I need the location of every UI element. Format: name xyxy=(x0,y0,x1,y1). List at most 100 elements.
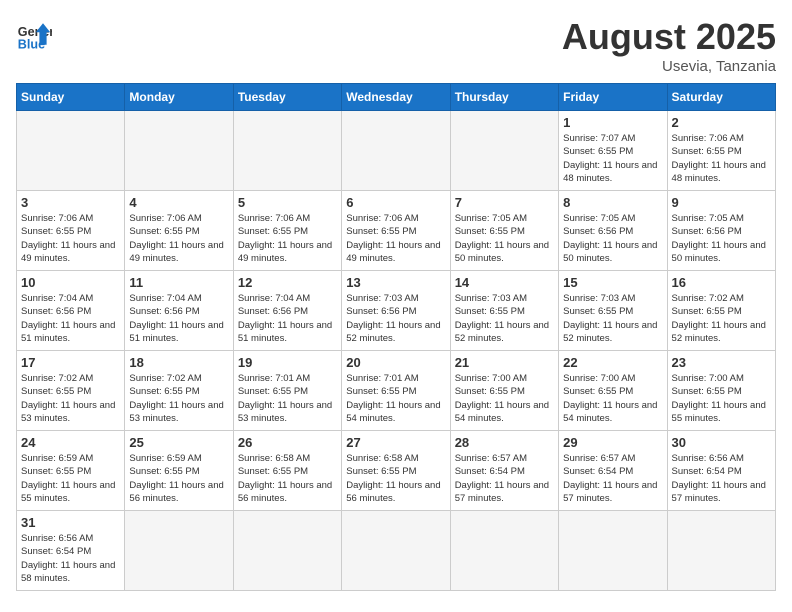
day-number: 5 xyxy=(238,195,337,210)
calendar-day-cell: 8Sunrise: 7:05 AMSunset: 6:56 PMDaylight… xyxy=(559,191,667,271)
day-info: Sunrise: 7:01 AMSunset: 6:55 PMDaylight:… xyxy=(346,372,445,425)
calendar-day-cell: 16 Sunrise: 7:02 AMSunset: 6:55 PMDayligh… xyxy=(667,271,775,351)
calendar-day-cell xyxy=(125,511,233,591)
day-number: 4 xyxy=(129,195,228,210)
day-of-week-header: Tuesday xyxy=(233,84,341,111)
calendar-day-cell: 23 Sunrise: 7:00 AMSunset: 6:55 PMDayligh… xyxy=(667,351,775,431)
day-number: 29 xyxy=(563,435,662,450)
day-of-week-header: Sunday xyxy=(17,84,125,111)
calendar-week-row: 10 Sunrise: 7:04 AMSunset: 6:56 PMDayligh… xyxy=(17,271,776,351)
calendar-day-cell: 26 Sunrise: 6:58 AMSunset: 6:55 PMDayligh… xyxy=(233,431,341,511)
calendar-day-cell: 11 Sunrise: 7:04 AMSunset: 6:56 PMDayligh… xyxy=(125,271,233,351)
day-number: 9 xyxy=(672,195,771,210)
calendar-day-cell xyxy=(342,511,450,591)
day-info: Sunrise: 7:04 AMSunset: 6:56 PMDaylight:… xyxy=(21,292,120,345)
day-info: Sunrise: 6:57 AMSunset: 6:54 PMDaylight:… xyxy=(563,452,662,505)
calendar-week-row: 1Sunrise: 7:07 AMSunset: 6:55 PMDaylight… xyxy=(17,111,776,191)
day-info: Sunrise: 7:05 AMSunset: 6:56 PMDaylight:… xyxy=(672,212,771,265)
day-info: Sunrise: 7:02 AMSunset: 6:55 PMDaylight:… xyxy=(672,292,771,345)
day-number: 10 xyxy=(21,275,120,290)
calendar-day-cell: 12Sunrise: 7:04 AMSunset: 6:56 PMDayligh… xyxy=(233,271,341,351)
day-info: Sunrise: 6:58 AMSunset: 6:55 PMDaylight:… xyxy=(346,452,445,505)
calendar-day-cell: 10 Sunrise: 7:04 AMSunset: 6:56 PMDayligh… xyxy=(17,271,125,351)
calendar-day-cell: 3Sunrise: 7:06 AMSunset: 6:55 PMDaylight… xyxy=(17,191,125,271)
calendar-day-cell: 6Sunrise: 7:06 AMSunset: 6:55 PMDaylight… xyxy=(342,191,450,271)
calendar-day-cell: 19Sunrise: 7:01 AMSunset: 6:55 PMDayligh… xyxy=(233,351,341,431)
calendar-day-cell: 31 Sunrise: 6:56 AMSunset: 6:54 PMDayligh… xyxy=(17,511,125,591)
day-of-week-header: Saturday xyxy=(667,84,775,111)
calendar-week-row: 17Sunrise: 7:02 AMSunset: 6:55 PMDayligh… xyxy=(17,351,776,431)
calendar-day-cell: 25 Sunrise: 6:59 AMSunset: 6:55 PMDayligh… xyxy=(125,431,233,511)
calendar-day-cell: 9 Sunrise: 7:05 AMSunset: 6:56 PMDaylight… xyxy=(667,191,775,271)
calendar-day-cell xyxy=(559,511,667,591)
calendar-day-cell: 30 Sunrise: 6:56 AMSunset: 6:54 PMDayligh… xyxy=(667,431,775,511)
day-number: 12 xyxy=(238,275,337,290)
day-info: Sunrise: 7:06 AMSunset: 6:55 PMDaylight:… xyxy=(238,212,337,265)
day-info: Sunrise: 6:57 AMSunset: 6:54 PMDaylight:… xyxy=(455,452,554,505)
day-number: 28 xyxy=(455,435,554,450)
day-info: Sunrise: 7:07 AMSunset: 6:55 PMDaylight:… xyxy=(563,132,662,185)
month-title: August 2025 xyxy=(562,16,776,58)
day-number: 23 xyxy=(672,355,771,370)
day-number: 30 xyxy=(672,435,771,450)
day-number: 11 xyxy=(129,275,228,290)
calendar-day-cell xyxy=(450,111,558,191)
day-number: 8 xyxy=(563,195,662,210)
day-info: Sunrise: 7:06 AMSunset: 6:55 PMDaylight:… xyxy=(672,132,771,185)
day-info: Sunrise: 6:59 AMSunset: 6:55 PMDaylight:… xyxy=(129,452,228,505)
location: Usevia, Tanzania xyxy=(562,58,776,75)
page-header: General Blue August 2025 Usevia, Tanzani… xyxy=(16,16,776,75)
day-info: Sunrise: 7:05 AMSunset: 6:55 PMDaylight:… xyxy=(455,212,554,265)
day-number: 7 xyxy=(455,195,554,210)
calendar-week-row: 3Sunrise: 7:06 AMSunset: 6:55 PMDaylight… xyxy=(17,191,776,271)
day-number: 26 xyxy=(238,435,337,450)
day-number: 22 xyxy=(563,355,662,370)
calendar-day-cell: 24Sunrise: 6:59 AMSunset: 6:55 PMDayligh… xyxy=(17,431,125,511)
calendar-table: SundayMondayTuesdayWednesdayThursdayFrid… xyxy=(16,83,776,591)
calendar-week-row: 24Sunrise: 6:59 AMSunset: 6:55 PMDayligh… xyxy=(17,431,776,511)
calendar-week-row: 31 Sunrise: 6:56 AMSunset: 6:54 PMDayligh… xyxy=(17,511,776,591)
day-info: Sunrise: 7:00 AMSunset: 6:55 PMDaylight:… xyxy=(672,372,771,425)
day-number: 13 xyxy=(346,275,445,290)
calendar-day-cell: 14Sunrise: 7:03 AMSunset: 6:55 PMDayligh… xyxy=(450,271,558,351)
day-number: 15 xyxy=(563,275,662,290)
calendar-day-cell: 29 Sunrise: 6:57 AMSunset: 6:54 PMDayligh… xyxy=(559,431,667,511)
day-number: 6 xyxy=(346,195,445,210)
day-number: 20 xyxy=(346,355,445,370)
day-of-week-header: Friday xyxy=(559,84,667,111)
calendar-day-cell: 13Sunrise: 7:03 AMSunset: 6:56 PMDayligh… xyxy=(342,271,450,351)
calendar-day-cell: 18Sunrise: 7:02 AMSunset: 6:55 PMDayligh… xyxy=(125,351,233,431)
calendar-day-cell: 22 Sunrise: 7:00 AMSunset: 6:55 PMDayligh… xyxy=(559,351,667,431)
day-info: Sunrise: 6:56 AMSunset: 6:54 PMDaylight:… xyxy=(672,452,771,505)
calendar-day-cell: 28 Sunrise: 6:57 AMSunset: 6:54 PMDayligh… xyxy=(450,431,558,511)
calendar-day-cell: 15 Sunrise: 7:03 AMSunset: 6:55 PMDayligh… xyxy=(559,271,667,351)
calendar-header-row: SundayMondayTuesdayWednesdayThursdayFrid… xyxy=(17,84,776,111)
day-info: Sunrise: 7:03 AMSunset: 6:55 PMDaylight:… xyxy=(563,292,662,345)
day-info: Sunrise: 7:02 AMSunset: 6:55 PMDaylight:… xyxy=(21,372,120,425)
day-info: Sunrise: 6:56 AMSunset: 6:54 PMDaylight:… xyxy=(21,532,120,585)
calendar-day-cell: 2Sunrise: 7:06 AMSunset: 6:55 PMDaylight… xyxy=(667,111,775,191)
day-info: Sunrise: 7:04 AMSunset: 6:56 PMDaylight:… xyxy=(129,292,228,345)
day-number: 16 xyxy=(672,275,771,290)
day-info: Sunrise: 6:59 AMSunset: 6:55 PMDaylight:… xyxy=(21,452,120,505)
calendar-day-cell xyxy=(342,111,450,191)
day-info: Sunrise: 6:58 AMSunset: 6:55 PMDaylight:… xyxy=(238,452,337,505)
day-info: Sunrise: 7:02 AMSunset: 6:55 PMDaylight:… xyxy=(129,372,228,425)
calendar-day-cell xyxy=(233,111,341,191)
logo-icon: General Blue xyxy=(16,16,52,52)
calendar-day-cell xyxy=(667,511,775,591)
day-of-week-header: Thursday xyxy=(450,84,558,111)
day-info: Sunrise: 7:00 AMSunset: 6:55 PMDaylight:… xyxy=(455,372,554,425)
calendar-day-cell: 20 Sunrise: 7:01 AMSunset: 6:55 PMDayligh… xyxy=(342,351,450,431)
logo: General Blue xyxy=(16,16,52,52)
calendar-day-cell: 1Sunrise: 7:07 AMSunset: 6:55 PMDaylight… xyxy=(559,111,667,191)
calendar-day-cell: 7 Sunrise: 7:05 AMSunset: 6:55 PMDaylight… xyxy=(450,191,558,271)
day-number: 21 xyxy=(455,355,554,370)
day-number: 27 xyxy=(346,435,445,450)
day-number: 31 xyxy=(21,515,120,530)
day-info: Sunrise: 7:00 AMSunset: 6:55 PMDaylight:… xyxy=(563,372,662,425)
calendar-day-cell: 21 Sunrise: 7:00 AMSunset: 6:55 PMDayligh… xyxy=(450,351,558,431)
calendar-day-cell: 5 Sunrise: 7:06 AMSunset: 6:55 PMDaylight… xyxy=(233,191,341,271)
day-number: 25 xyxy=(129,435,228,450)
calendar-day-cell xyxy=(125,111,233,191)
